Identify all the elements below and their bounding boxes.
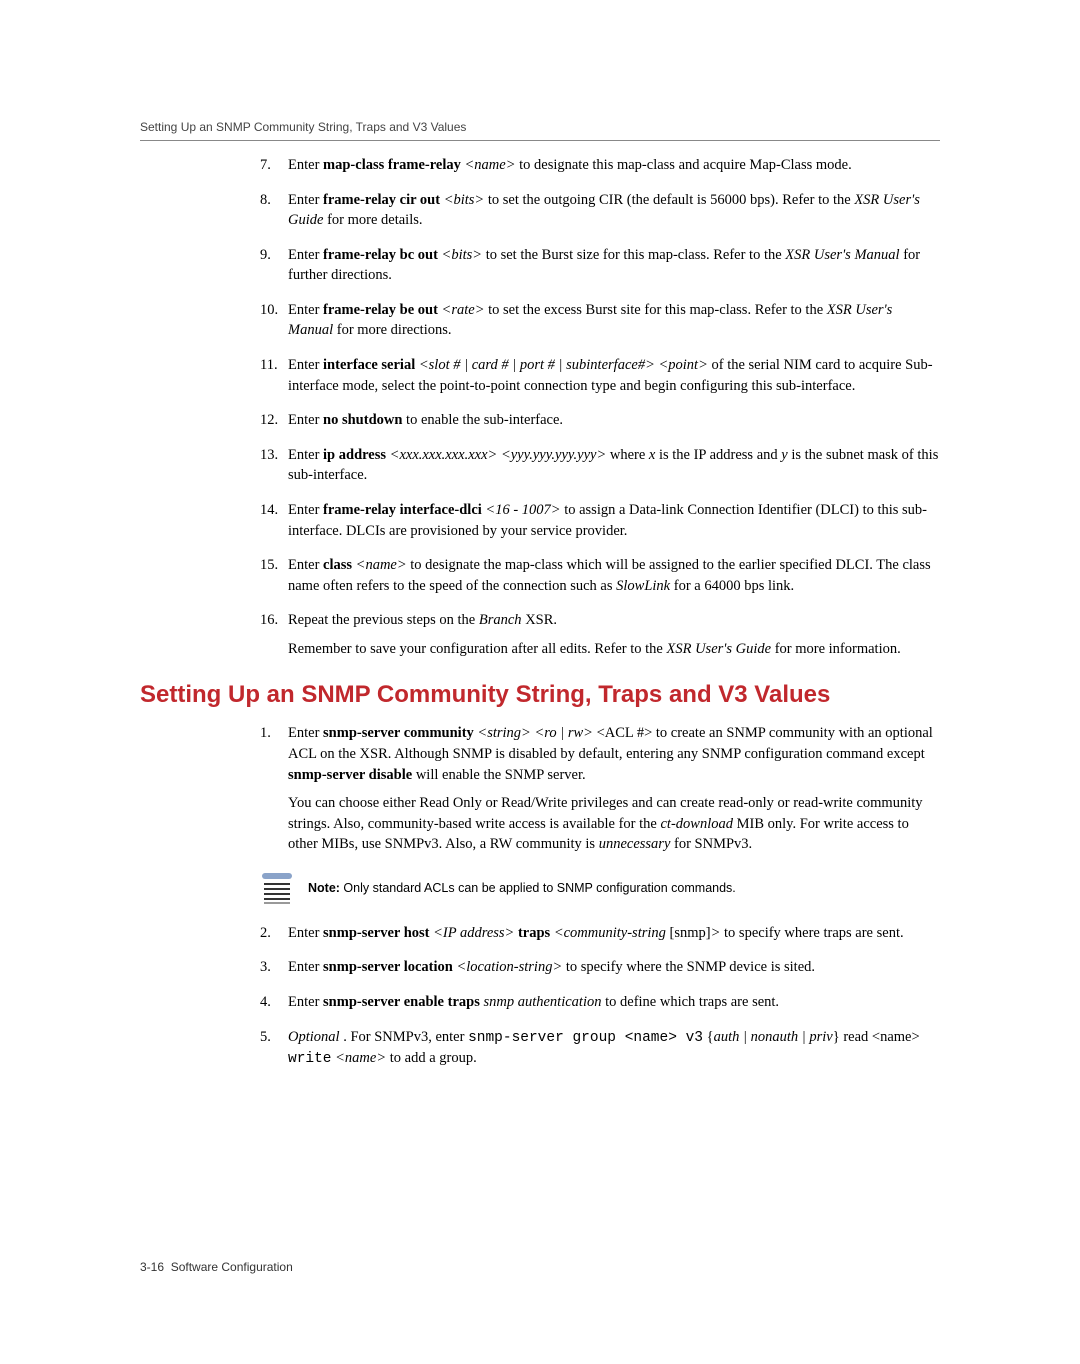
cmd: frame-relay cir out [323,192,440,208]
step-8: Enter frame-relay cir out <bits> to set … [260,190,940,231]
note-text: Note: Only standard ACLs can be applied … [308,881,736,895]
cmd: snmp-server location [323,959,453,975]
footer-label: Software Configuration [171,1260,293,1274]
arg: <community-string [550,925,669,941]
arg: <xxx.xxx.xxx.xxx> <yyy.yyy.yyy.yyy> [386,447,606,463]
note-icon [260,871,294,905]
step-10: Enter frame-relay be out <rate> to set t… [260,300,940,341]
procedure-steps-c: Enter snmp-server host <IP address> trap… [260,923,940,1070]
arg: <16 - 1007> [482,502,561,518]
cmd: snmp-server disable [288,767,412,783]
snmp-step-2: Enter snmp-server host <IP address> trap… [260,923,940,944]
header-rule [140,140,940,141]
step-14: Enter frame-relay interface-dlci <16 - 1… [260,500,940,541]
snmp-step-1-note: You can choose either Read Only or Read/… [288,793,940,855]
note-label: Note: [308,881,340,895]
arg: <bits> [440,192,484,208]
cmd: frame-relay be out [323,302,438,318]
cmd: frame-relay bc out [323,247,438,263]
step-15: Enter class <name> to designate the map-… [260,555,940,596]
arg: snmp authentication [480,994,602,1010]
arg: <slot # | card # | port # | subinterface… [415,357,708,373]
snmp-step-4: Enter snmp-server enable traps snmp auth… [260,992,940,1013]
step-16-note: Remember to save your configuration afte… [288,639,940,660]
note-callout: Note: Only standard ACLs can be applied … [260,871,940,905]
step-12: Enter no shutdown to enable the sub-inte… [260,410,940,431]
step-13: Enter ip address <xxx.xxx.xxx.xxx> <yyy.… [260,445,940,486]
snmp-step-3: Enter snmp-server location <location-str… [260,957,940,978]
arg: <name> [461,157,516,173]
main-content: Enter map-class frame-relay <name> to de… [260,155,940,1070]
cmd: map-class frame-relay [323,157,461,173]
cmd: snmp-server enable traps [323,994,480,1010]
page-footer: 3-16 Software Configuration [140,1260,293,1274]
cmd: class [323,557,352,573]
section-heading-snmp: Setting Up an SNMP Community String, Tra… [140,681,940,709]
cmd: frame-relay interface-dlci [323,502,482,518]
cmd: interface serial [323,357,415,373]
step-7: Enter map-class frame-relay <name> to de… [260,155,940,176]
arg: <bits> [438,247,482,263]
cmd: snmp-server host [323,925,429,941]
tt: snmp-server group <name> v3 [468,1030,703,1046]
procedure-steps-b: Enter snmp-server community <string> <ro… [260,723,940,854]
running-header: Setting Up an SNMP Community String, Tra… [140,120,940,134]
tt: write [288,1051,332,1067]
arg: <rate> [438,302,485,318]
snmp-step-1: Enter snmp-server community <string> <ro… [260,723,940,854]
page-number: 3-16 [140,1260,164,1274]
arg: <location-string> [453,959,562,975]
cmd: traps [518,925,550,941]
cmd: no shutdown [323,412,402,428]
snmp-step-5: Optional . For SNMPv3, enter snmp-server… [260,1027,940,1070]
step-9: Enter frame-relay bc out <bits> to set t… [260,245,940,286]
step-16: Repeat the previous steps on the Branch … [260,610,940,659]
cmd: ip address [323,447,386,463]
procedure-steps-a: Enter map-class frame-relay <name> to de… [260,155,940,659]
arg: <name> [332,1050,387,1066]
arg: <name> [352,557,407,573]
step-11: Enter interface serial <slot # | card # … [260,355,940,396]
cmd: snmp-server community [323,725,474,741]
arg: <string> <ro | rw> [474,725,597,741]
arg: <IP address> [430,925,518,941]
